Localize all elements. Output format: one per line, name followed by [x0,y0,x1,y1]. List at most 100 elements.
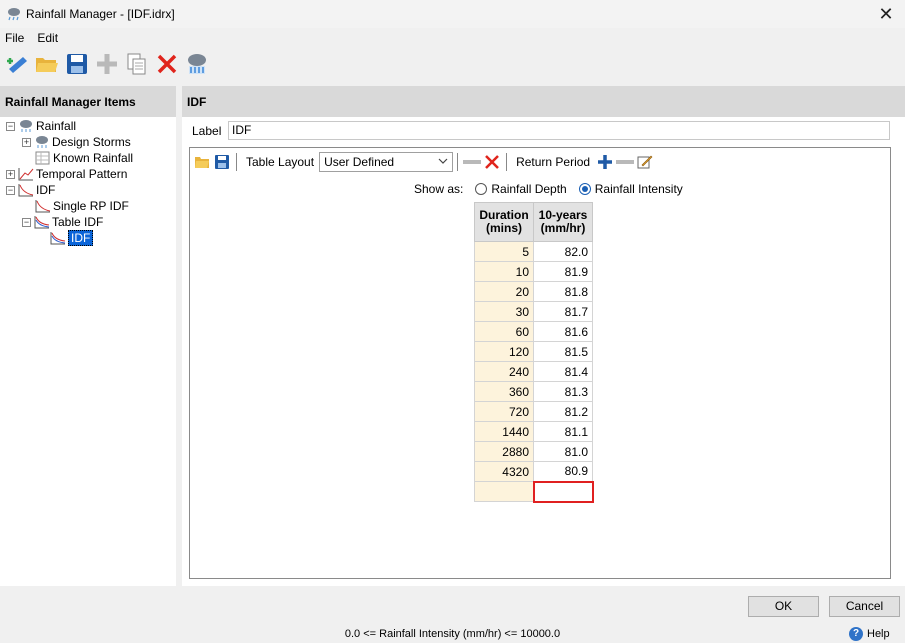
tree-item-single-rp-idf[interactable]: Single RP IDF [35,198,129,214]
new-duration-cell[interactable] [474,481,534,502]
new-item-icon[interactable] [2,49,32,79]
separator [506,153,508,171]
tree-item-rainfall[interactable]: − Rainfall [6,118,76,134]
open-folder-icon[interactable] [32,49,62,79]
column-header-line: 10-years [538,208,588,222]
table-row: 1440 81.1 [474,421,593,442]
collapse-icon[interactable]: − [6,185,15,195]
new-intensity-cell[interactable] [532,480,594,503]
duration-cell[interactable]: 720 [474,401,534,422]
copy-icon[interactable] [122,49,152,79]
remove-row-icon[interactable] [462,152,482,172]
tree-item-temporal-pattern[interactable]: + Temporal Pattern [6,166,127,182]
ok-button[interactable]: OK [748,596,819,617]
duration-cell[interactable]: 240 [474,361,534,382]
rain-cloud-icon[interactable] [182,49,212,79]
detail-header: IDF [182,86,905,117]
rainfall-depth-label[interactable]: Rainfall Depth [491,182,566,196]
help-link[interactable]: ? Help [849,627,890,641]
idf-curves-icon [50,232,66,245]
intensity-cell[interactable]: 81.2 [533,401,593,422]
duration-cell[interactable]: 10 [474,261,534,282]
expand-icon[interactable]: + [22,137,31,147]
intensity-cell[interactable]: 81.5 [533,341,593,362]
menu-edit[interactable]: Edit [37,31,58,45]
table-row: 5 82.0 [474,241,593,262]
tree-item-idf-selected[interactable]: IDF [50,230,94,246]
duration-cell[interactable]: 5 [474,241,534,262]
items-panel-header: Rainfall Manager Items [0,86,176,117]
duration-cell[interactable]: 60 [474,321,534,342]
intensity-cell[interactable]: 81.7 [533,301,593,322]
tree-item-label: Temporal Pattern [36,167,128,181]
intensity-cell[interactable]: 81.3 [533,381,593,402]
duration-cell[interactable]: 2880 [474,441,534,462]
table-row: 240 81.4 [474,361,593,382]
edit-icon[interactable] [635,152,655,172]
intensity-cell[interactable]: 82.0 [533,241,593,262]
expand-icon[interactable]: + [6,169,15,179]
chart-line-icon [18,168,34,181]
column-header-line: (mm/hr) [540,221,586,235]
tree-item-label: Design Storms [52,135,131,149]
save-icon[interactable] [212,152,232,172]
intensity-cell[interactable]: 81.6 [533,321,593,342]
duration-cell[interactable]: 1440 [474,421,534,442]
table-header-row: Duration (mins) 10-years (mm/hr) [474,202,593,242]
rain-cloud-icon [36,136,48,148]
column-header-10-years[interactable]: 10-years (mm/hr) [533,202,593,242]
main-toolbar [0,48,905,80]
intensity-cell[interactable]: 81.1 [533,421,593,442]
intensity-cell[interactable]: 81.4 [533,361,593,382]
remove-return-period-icon[interactable] [615,152,635,172]
delete-icon[interactable] [152,49,182,79]
rain-cloud-icon [8,8,20,21]
idf-curve-icon [18,184,34,197]
intensity-cell[interactable]: 81.0 [533,441,593,462]
duration-cell[interactable]: 120 [474,341,534,362]
duration-cell[interactable]: 4320 [474,461,534,482]
table-row: 10 81.9 [474,261,593,282]
table-layout-value: User Defined [324,155,395,169]
window-title: Rainfall Manager - [IDF.idrx] [26,7,175,21]
table-layout-select[interactable]: User Defined [319,152,454,172]
duration-cell[interactable]: 30 [474,301,534,322]
tree-item-design-storms[interactable]: + Design Storms [22,134,131,150]
label-input[interactable]: IDF [228,121,890,140]
add-icon[interactable] [92,49,122,79]
tree-item-table-idf[interactable]: − Table IDF [22,214,103,230]
table-row: 720 81.2 [474,401,593,422]
column-header-duration[interactable]: Duration (mins) [474,202,534,242]
add-return-period-icon[interactable] [595,152,615,172]
collapse-icon[interactable]: − [22,217,31,227]
tree-item-idf[interactable]: − IDF [6,182,55,198]
tree-item-label: Rainfall [36,119,77,133]
duration-cell[interactable]: 20 [474,281,534,302]
menu-file[interactable]: File [5,31,24,45]
table-row: 120 81.5 [474,341,593,362]
column-header-line: Duration [479,208,529,222]
intensity-cell[interactable]: 81.9 [533,261,593,282]
idf-curves-icon [34,216,50,229]
title-bar: Rainfall Manager - [IDF.idrx] ✕ [0,0,905,28]
status-text: 0.0 <= Rainfall Intensity (mm/hr) <= 100… [344,628,561,640]
close-icon[interactable]: ✕ [875,3,897,25]
intensity-cell[interactable]: 81.8 [533,281,593,302]
table-row: 2880 81.0 [474,441,593,462]
duration-cell[interactable]: 360 [474,381,534,402]
intensity-cell[interactable]: 80.9 [533,461,593,482]
delete-icon[interactable] [482,152,502,172]
tree-item-label: Single RP IDF [53,199,129,213]
rainfall-intensity-label[interactable]: Rainfall Intensity [595,182,683,196]
table-layout-label: Table Layout [246,155,315,169]
cancel-button[interactable]: Cancel [829,596,900,617]
table-row: 20 81.8 [474,281,593,302]
column-header-line: (mins) [486,221,522,235]
collapse-icon[interactable]: − [6,121,15,131]
rainfall-depth-radio[interactable] [475,183,488,195]
tree-item-known-rainfall[interactable]: Known Rainfall [35,150,133,166]
open-folder-icon[interactable] [192,152,212,172]
rainfall-intensity-radio[interactable] [578,183,591,195]
save-icon[interactable] [62,49,92,79]
menu-bar: File Edit [0,28,905,48]
